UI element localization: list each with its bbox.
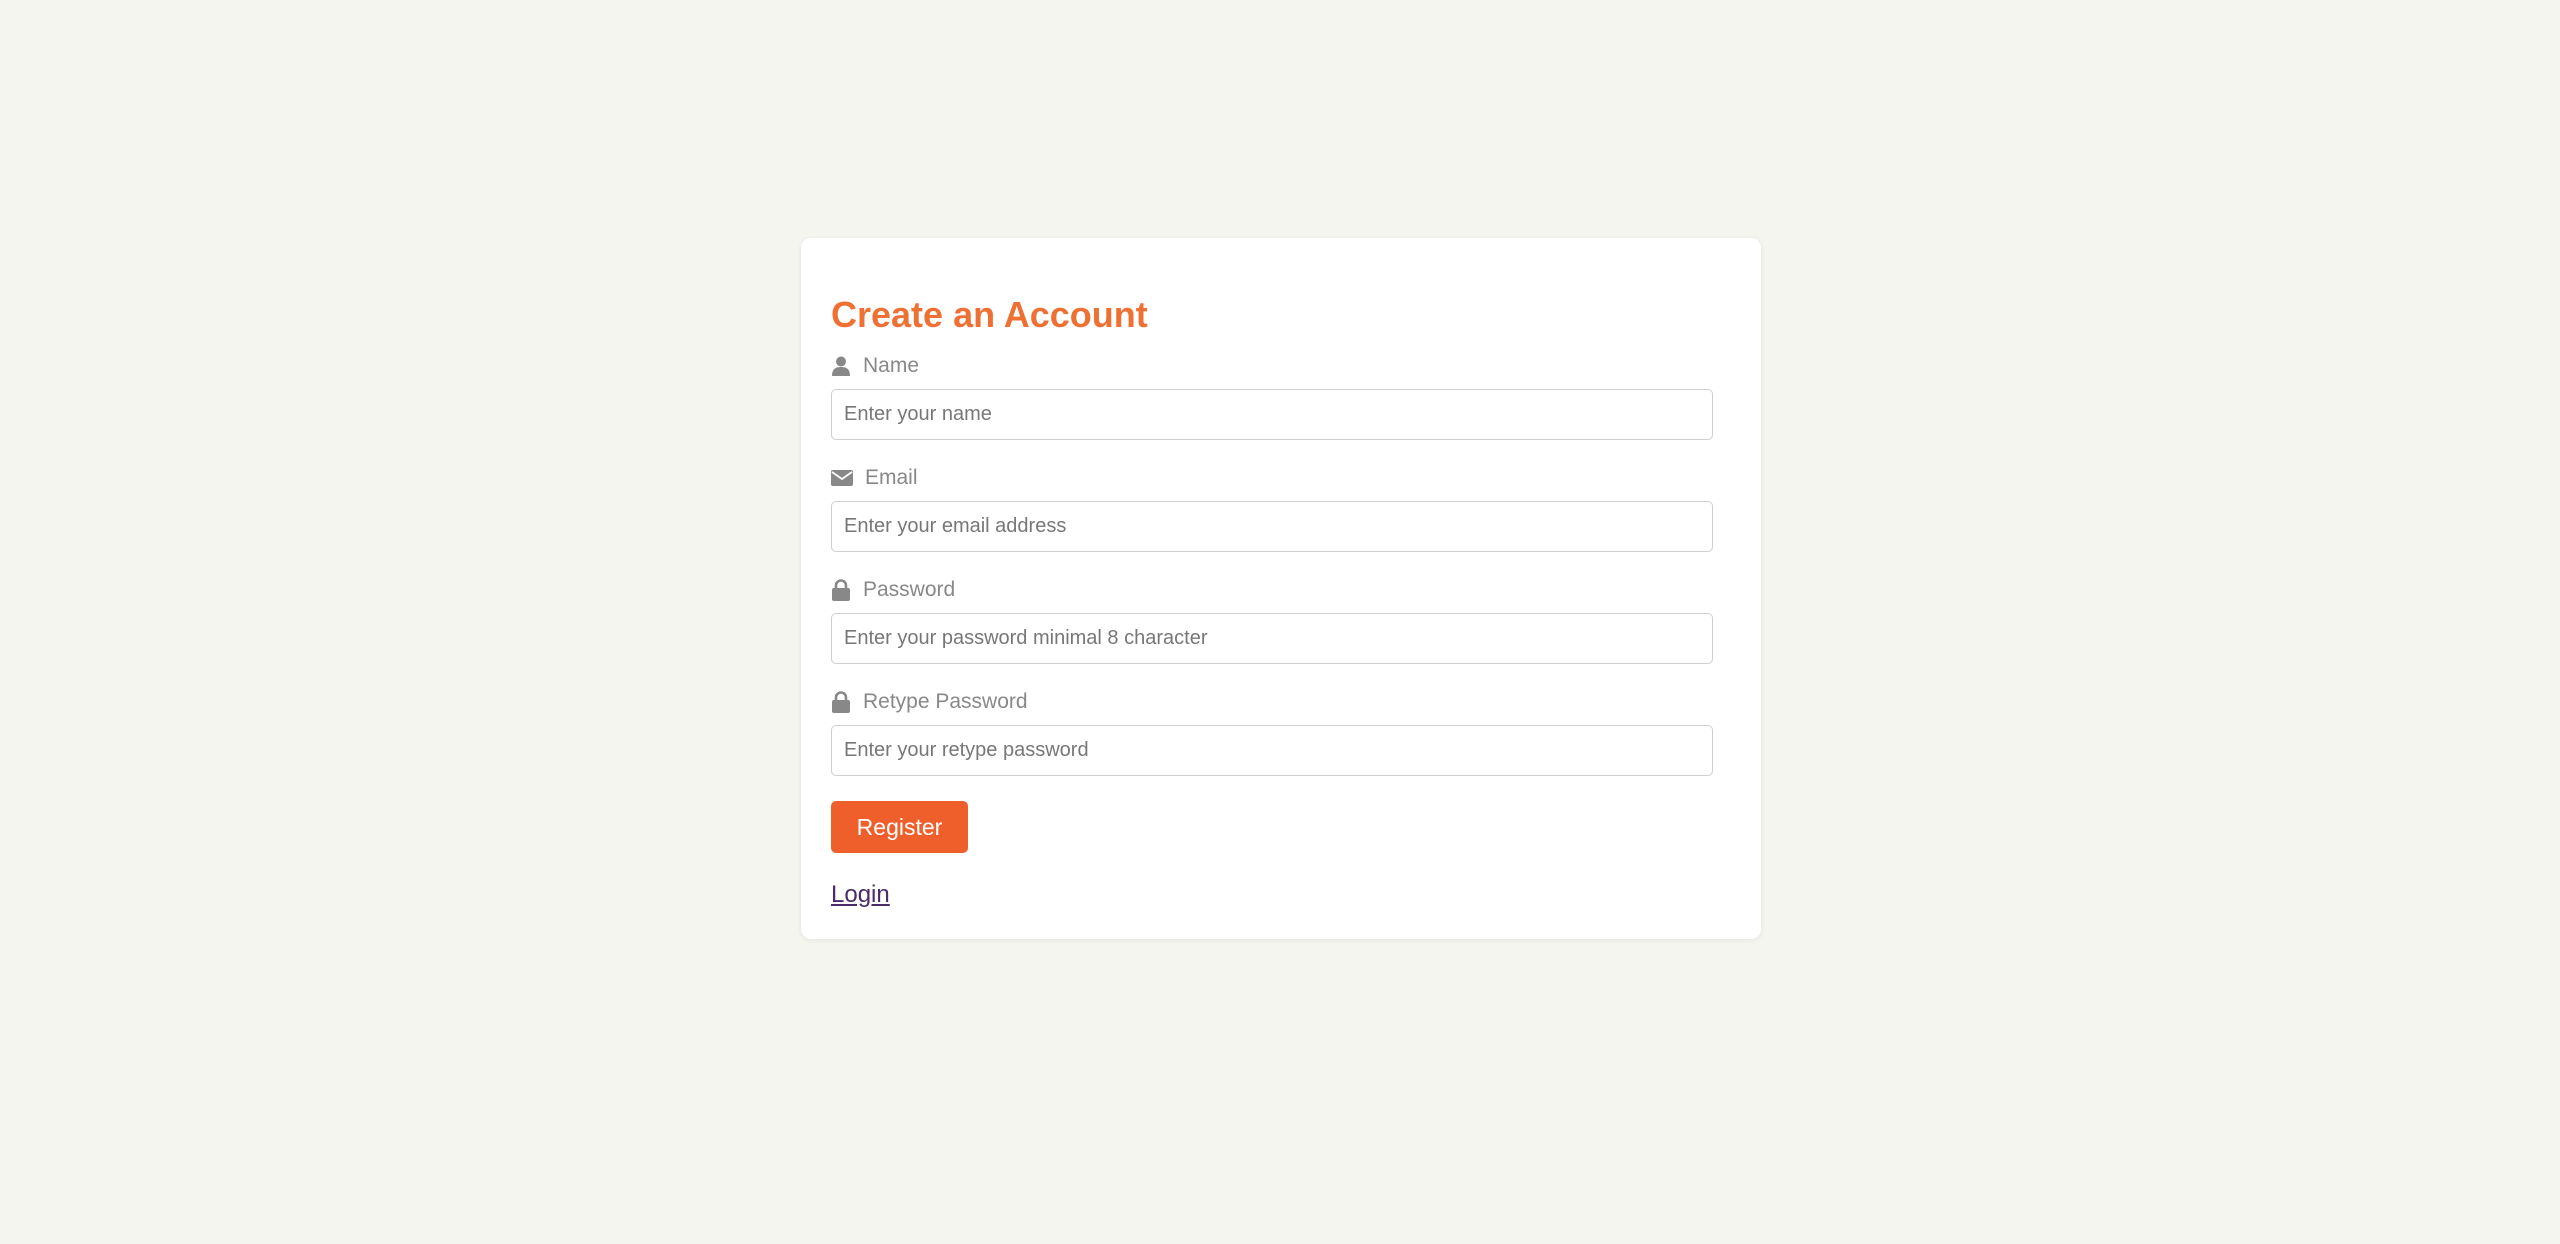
lock-icon (831, 691, 851, 713)
name-field-group: Name (831, 353, 1713, 440)
email-field-group: Email (831, 465, 1713, 552)
login-link[interactable]: Login (831, 881, 890, 909)
user-icon (831, 355, 851, 377)
password-input[interactable] (831, 613, 1713, 664)
retype-password-label-row: Retype Password (831, 689, 1713, 715)
password-label-row: Password (831, 577, 1713, 603)
email-label-row: Email (831, 465, 1713, 491)
envelope-icon (831, 467, 853, 489)
password-label: Password (863, 578, 956, 601)
retype-password-label: Retype Password (863, 690, 1028, 713)
page-title: Create an Account (831, 294, 1148, 335)
retype-password-input[interactable] (831, 725, 1713, 776)
retype-password-field-group: Retype Password (831, 689, 1713, 776)
name-label: Name (863, 354, 920, 377)
name-label-row: Name (831, 353, 1713, 379)
email-label: Email (865, 466, 918, 489)
email-input[interactable] (831, 501, 1713, 552)
register-card: Create an Account Name Email Password (801, 238, 1761, 939)
password-field-group: Password (831, 577, 1713, 664)
lock-icon (831, 579, 851, 601)
register-button[interactable]: Register (831, 801, 968, 853)
name-input[interactable] (831, 389, 1713, 440)
